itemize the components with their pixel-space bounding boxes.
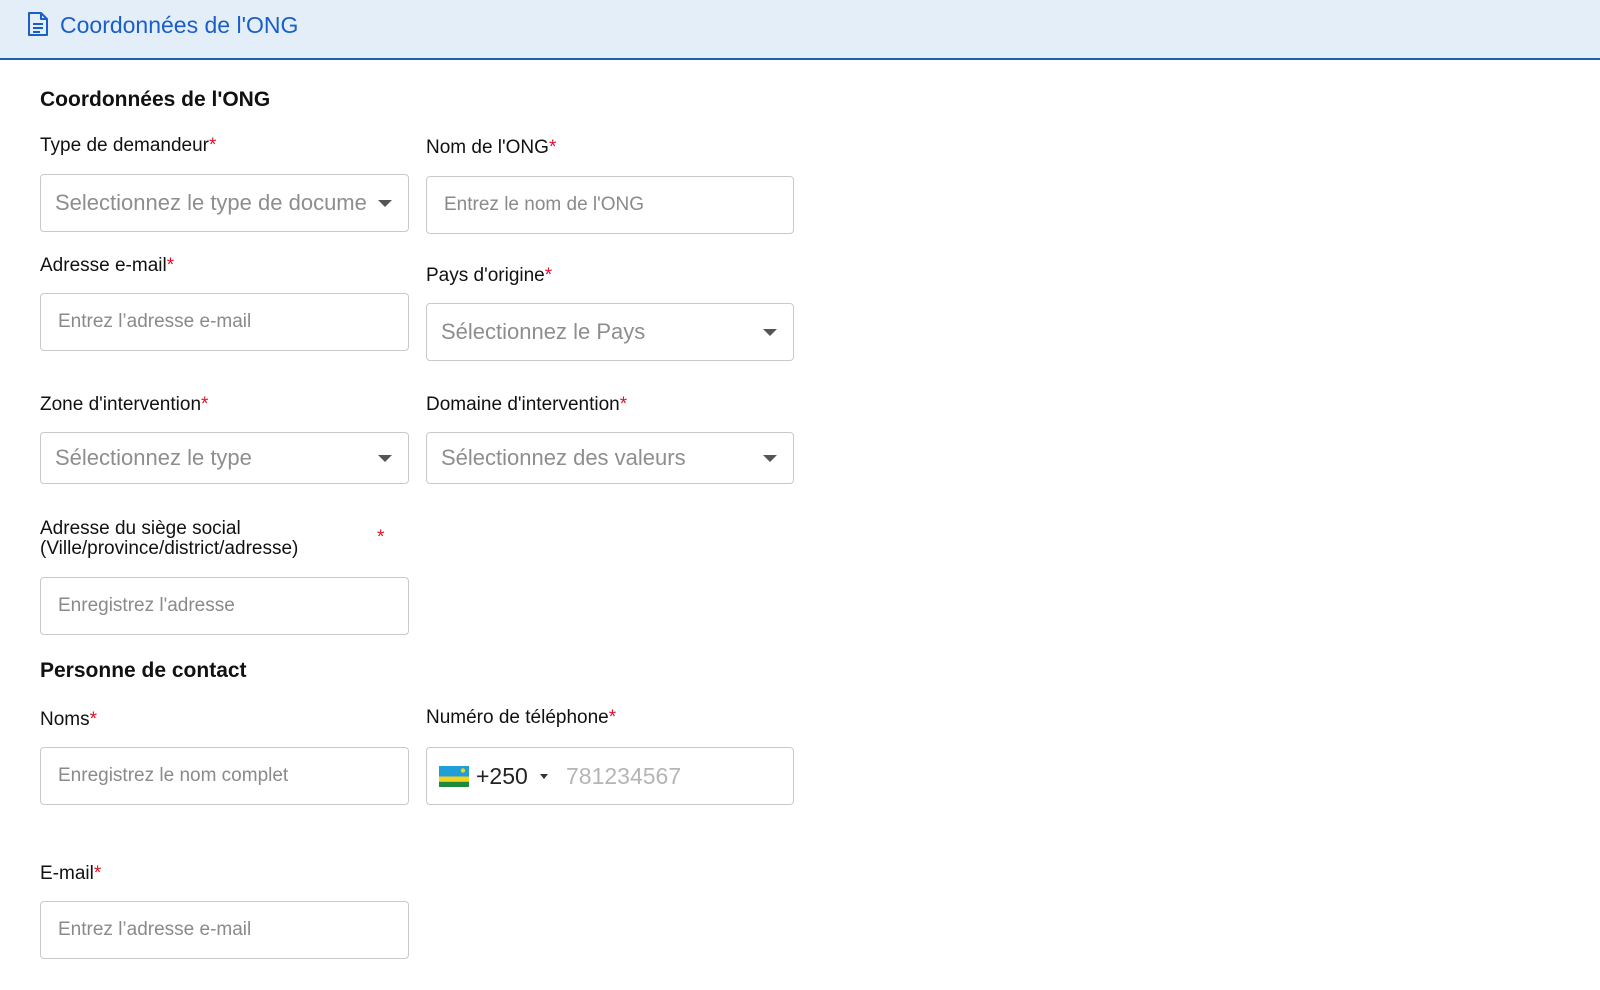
- nom-ong-label-text: Nom de l'ONG: [426, 137, 549, 158]
- telephone-label: Numéro de téléphone*: [426, 707, 616, 729]
- zone-intervention-select[interactable]: Sélectionnez le type: [40, 432, 409, 484]
- country-code: +250: [476, 762, 528, 789]
- domaine-intervention-label-text: Domaine d'intervention: [426, 394, 620, 415]
- contact-email-label-text: E-mail: [40, 863, 94, 884]
- required-asterisk: *: [619, 394, 628, 415]
- telephone-placeholder: 781234567: [566, 762, 682, 789]
- required-asterisk: *: [608, 707, 617, 728]
- document-icon: [28, 12, 48, 36]
- telephone-input[interactable]: +250 781234567: [426, 747, 794, 805]
- section-title-contact: Personne de contact: [40, 659, 247, 682]
- required-asterisk: *: [201, 394, 209, 415]
- required-asterisk: *: [548, 137, 557, 158]
- type-demandeur-select[interactable]: Selectionnez le type de document: [40, 174, 409, 232]
- nom-ong-label: Nom de l'ONG*: [426, 137, 556, 159]
- adresse-siege-input[interactable]: Enregistrez l'adresse: [40, 577, 409, 635]
- noms-input[interactable]: Enregistrez le nom complet: [40, 747, 409, 805]
- adresse-siege-placeholder: Enregistrez l'adresse: [58, 595, 235, 616]
- pays-origine-label-text: Pays d'origine: [426, 265, 545, 286]
- adresse-email-label-text: Adresse e-mail: [40, 255, 167, 276]
- required-asterisk: *: [89, 709, 98, 730]
- pays-origine-select[interactable]: Sélectionnez le Pays: [426, 303, 794, 361]
- zone-intervention-placeholder: Sélectionnez le type: [55, 445, 252, 470]
- pays-origine-label: Pays d'origine*: [426, 265, 552, 287]
- type-demandeur-placeholder: Selectionnez le type de document: [55, 190, 368, 215]
- nom-ong-input[interactable]: Entrez le nom de l'ONG: [426, 176, 794, 234]
- pays-origine-placeholder: Sélectionnez le Pays: [441, 319, 646, 344]
- domaine-intervention-label: Domaine d'intervention*: [426, 394, 627, 416]
- nom-ong-placeholder: Entrez le nom de l'ONG: [444, 194, 645, 215]
- required-asterisk: *: [209, 135, 217, 156]
- zone-intervention-label: Zone d'intervention*: [40, 394, 208, 416]
- chevron-down-icon: [763, 329, 777, 336]
- adresse-email-label: Adresse e-mail*: [40, 255, 174, 277]
- zone-intervention-label-text: Zone d'intervention: [40, 394, 202, 415]
- page-header: Coordonnées de l'ONG: [0, 0, 1600, 60]
- telephone-label-text: Numéro de téléphone: [426, 707, 609, 728]
- noms-label-text: Noms: [40, 709, 90, 730]
- type-demandeur-label: Type de demandeur*: [40, 135, 216, 157]
- chevron-down-icon: [378, 200, 392, 207]
- contact-email-label: E-mail*: [40, 863, 101, 885]
- adresse-siege-label: Adresse du siège social (Ville/province/…: [40, 519, 298, 559]
- required-asterisk: *: [93, 863, 102, 884]
- noms-placeholder: Enregistrez le nom complet: [58, 765, 289, 786]
- adresse-siege-label-line2: (Ville/province/district/adresse): [40, 538, 299, 559]
- contact-email-placeholder: Entrez l’adresse e-mail: [58, 919, 252, 940]
- required-asterisk: *: [377, 527, 385, 548]
- adresse-email-input[interactable]: Entrez l’adresse e-mail: [40, 293, 409, 351]
- page-title: Coordonnées de l'ONG: [60, 12, 299, 38]
- required-asterisk: *: [166, 255, 175, 276]
- adresse-email-placeholder: Entrez l’adresse e-mail: [58, 311, 252, 332]
- caret-down-icon: [540, 774, 548, 779]
- contact-email-input[interactable]: Entrez l’adresse e-mail: [40, 901, 409, 959]
- chevron-down-icon: [763, 455, 777, 462]
- required-asterisk: *: [544, 265, 553, 286]
- type-demandeur-label-text: Type de demandeur: [40, 135, 210, 156]
- domaine-intervention-select[interactable]: Sélectionnez des valeurs: [426, 432, 794, 484]
- adresse-siege-label-line1: Adresse du siège social: [40, 518, 241, 539]
- chevron-down-icon: [378, 455, 392, 462]
- rwanda-flag-icon: [439, 766, 469, 787]
- section-title-org: Coordonnées de l'ONG: [40, 88, 271, 111]
- domaine-intervention-placeholder: Sélectionnez des valeurs: [441, 445, 686, 470]
- noms-label: Noms*: [40, 709, 97, 731]
